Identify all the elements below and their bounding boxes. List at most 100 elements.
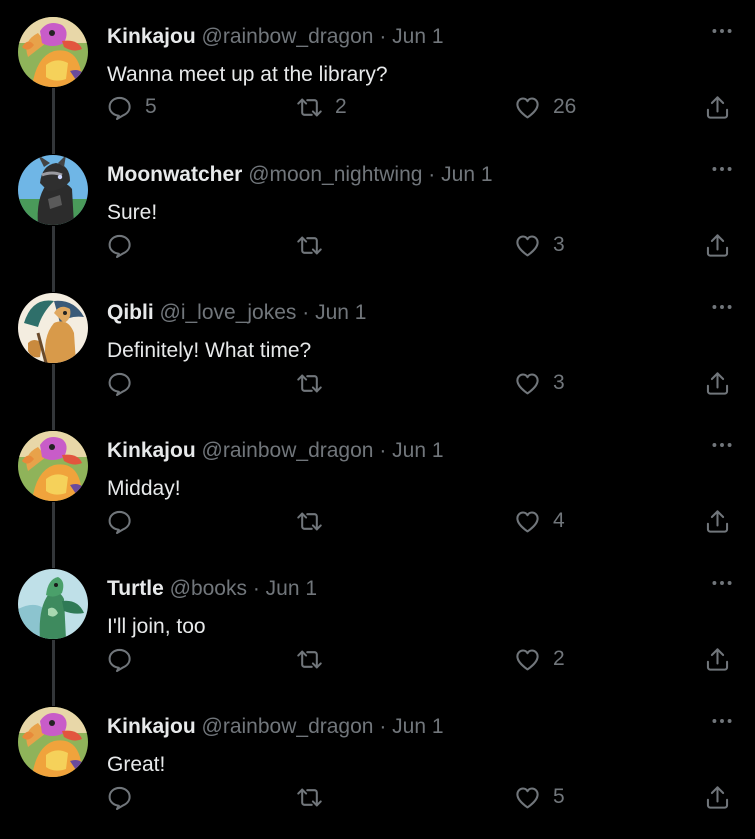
tweet-date[interactable]: Jun 1 [392,25,443,48]
tweet-text: Wanna meet up at the library? [107,63,388,86]
reply-icon [106,94,133,121]
tweet-text: Sure! [107,201,158,224]
retweet-icon [296,94,323,121]
like-button[interactable]: 26 [514,90,576,124]
retweet-button[interactable] [296,504,335,538]
separator-dot: · [379,439,387,462]
like-button[interactable]: 2 [514,642,565,676]
more-options-icon[interactable] [709,294,735,320]
reply-button[interactable] [106,504,145,538]
reply-button[interactable] [106,228,145,262]
share-icon [704,508,731,535]
like-count: 5 [553,785,565,808]
share-icon [704,232,731,259]
retweet-icon [296,232,323,259]
tweet[interactable]: Qibli @i_love_jokes · Jun 1 Definitely! … [0,276,755,430]
more-options-icon[interactable] [709,432,735,458]
tweet-date[interactable]: Jun 1 [266,577,317,600]
share-button[interactable] [704,228,731,262]
user-handle[interactable]: @rainbow_dragon [202,439,374,462]
display-name[interactable]: Moonwatcher [107,163,242,186]
share-icon [704,784,731,811]
retweet-count: 2 [335,95,347,118]
avatar[interactable] [18,17,88,87]
share-button[interactable] [704,504,731,538]
tweet-text: Definitely! What time? [107,339,312,362]
display-name[interactable]: Kinkajou [107,439,196,462]
share-icon [704,646,731,673]
more-options-icon[interactable] [709,18,735,44]
display-name[interactable]: Turtle [107,577,164,600]
qibli-avatar-image [18,293,88,363]
share-button[interactable] [704,780,731,814]
like-count: 3 [553,371,565,394]
avatar[interactable] [18,155,88,225]
kinkajou-avatar-image [18,17,88,87]
tweet[interactable]: Kinkajou @rainbow_dragon · Jun 1 Wanna m… [0,0,755,154]
more-options-icon[interactable] [709,708,735,734]
retweet-button[interactable] [296,642,335,676]
tweet-date[interactable]: Jun 1 [392,715,443,738]
avatar[interactable] [18,707,88,777]
tweet-header: Kinkajou @rainbow_dragon · Jun 1 [107,438,444,464]
like-button[interactable]: 5 [514,780,565,814]
retweet-icon [296,646,323,673]
reply-icon [106,508,133,535]
tweet-date[interactable]: Jun 1 [392,439,443,462]
heart-icon [514,94,541,121]
retweet-button[interactable]: 2 [296,90,347,124]
like-count: 2 [553,647,565,670]
tweet-date[interactable]: Jun 1 [315,301,366,324]
retweet-button[interactable] [296,228,335,262]
display-name[interactable]: Kinkajou [107,25,196,48]
reply-button[interactable] [106,780,145,814]
share-button[interactable] [704,90,731,124]
heart-icon [514,232,541,259]
tweet-text: Great! [107,753,166,776]
user-handle[interactable]: @rainbow_dragon [202,715,374,738]
separator-dot: · [379,25,387,48]
avatar[interactable] [18,431,88,501]
like-button[interactable]: 4 [514,504,565,538]
reply-button[interactable] [106,366,145,400]
user-handle[interactable]: @books [170,577,247,600]
share-icon [704,94,731,121]
avatar[interactable] [18,293,88,363]
heart-icon [514,784,541,811]
reply-icon [106,784,133,811]
like-count: 26 [553,95,577,118]
heart-icon [514,646,541,673]
heart-icon [514,508,541,535]
tweet-header: Turtle @books · Jun 1 [107,576,317,602]
retweet-button[interactable] [296,780,335,814]
display-name[interactable]: Kinkajou [107,715,196,738]
retweet-button[interactable] [296,366,335,400]
reply-icon [106,232,133,259]
tweet-text: I'll join, too [107,615,206,638]
share-button[interactable] [704,366,731,400]
tweet-text: Midday! [107,477,181,500]
like-button[interactable]: 3 [514,366,565,400]
user-handle[interactable]: @i_love_jokes [160,301,297,324]
reply-button[interactable] [106,642,145,676]
display-name[interactable]: Qibli [107,301,154,324]
user-handle[interactable]: @moon_nightwing [248,163,422,186]
like-button[interactable]: 3 [514,228,565,262]
user-handle[interactable]: @rainbow_dragon [202,25,374,48]
more-options-icon[interactable] [709,570,735,596]
tweet-header: Qibli @i_love_jokes · Jun 1 [107,300,366,326]
tweet[interactable]: Moonwatcher @moon_nightwing · Jun 1 Sure… [0,138,755,292]
tweet[interactable]: Turtle @books · Jun 1 I'll join, too 2 [0,552,755,706]
tweet[interactable]: Kinkajou @rainbow_dragon · Jun 1 Midday!… [0,414,755,568]
share-button[interactable] [704,642,731,676]
reply-button[interactable]: 5 [106,90,157,124]
tweet[interactable]: Kinkajou @rainbow_dragon · Jun 1 Great! … [0,690,755,828]
avatar[interactable] [18,569,88,639]
more-options-icon[interactable] [709,156,735,182]
retweet-icon [296,370,323,397]
tweet-thread: Kinkajou @rainbow_dragon · Jun 1 Wanna m… [0,0,755,839]
separator-dot: · [428,163,436,186]
turtle-avatar-image [18,569,88,639]
tweet-date[interactable]: Jun 1 [441,163,492,186]
share-icon [704,370,731,397]
